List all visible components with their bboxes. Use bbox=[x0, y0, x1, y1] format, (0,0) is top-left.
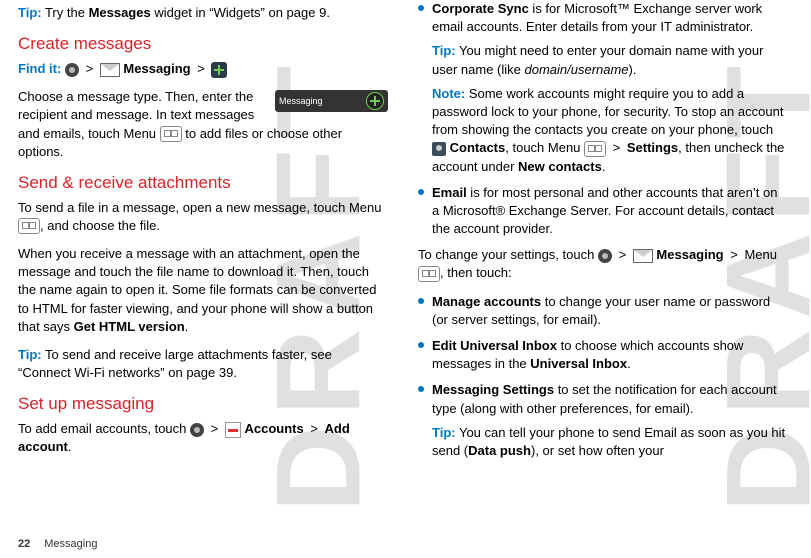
text: To add email accounts, touch bbox=[18, 421, 190, 436]
chevron: > bbox=[211, 421, 219, 436]
menu-icon bbox=[160, 126, 182, 142]
messaging-label: Messaging bbox=[123, 61, 190, 76]
home-icon bbox=[65, 63, 79, 77]
paragraph: To send a file in a message, open a new … bbox=[18, 199, 388, 235]
text: . bbox=[627, 356, 631, 371]
tip-paragraph: Tip: You might need to enter your domain… bbox=[432, 42, 788, 78]
heading-create-messages: Create messages bbox=[18, 32, 388, 56]
item-title: Manage accounts bbox=[432, 294, 541, 309]
text: ), or set how often your bbox=[531, 443, 664, 458]
paragraph: When you receive a message with an attac… bbox=[18, 245, 388, 336]
text: To change your settings, touch bbox=[418, 247, 598, 262]
text: To send a file in a message, open a new … bbox=[18, 200, 382, 215]
text: Menu bbox=[741, 247, 777, 262]
item-title: Email bbox=[432, 185, 467, 200]
italic-text: domain/username bbox=[524, 62, 628, 77]
widget-plus-icon bbox=[366, 92, 384, 110]
text: Some work accounts might require you to … bbox=[432, 86, 783, 137]
tip-label: Tip: bbox=[432, 43, 456, 58]
messaging-label: Messaging bbox=[656, 247, 723, 262]
paragraph: To change your settings, touch > Messagi… bbox=[418, 246, 788, 282]
text: . bbox=[68, 439, 72, 454]
text: To send and receive large attachments fa… bbox=[18, 347, 332, 380]
tip-paragraph: Tip: Try the Messages widget in “Widgets… bbox=[18, 4, 388, 22]
home-icon bbox=[190, 423, 204, 437]
heading-send-receive: Send & receive attachments bbox=[18, 171, 388, 195]
contacts-label: Contacts bbox=[450, 140, 506, 155]
menu-icon bbox=[418, 266, 440, 282]
item-title: Edit Universal Inbox bbox=[432, 338, 557, 353]
tip-paragraph: Tip: To send and receive large attachmen… bbox=[18, 346, 388, 382]
content-columns: Tip: Try the Messages widget in “Widgets… bbox=[0, 0, 811, 468]
list-item: Corporate Sync is for Microsoft™ Exchang… bbox=[418, 0, 788, 176]
home-icon bbox=[598, 249, 612, 263]
page-footer: 22 Messaging bbox=[18, 537, 97, 552]
menu-icon bbox=[18, 218, 40, 234]
envelope-icon bbox=[633, 249, 653, 263]
chevron: > bbox=[86, 61, 94, 76]
footer-section: Messaging bbox=[44, 538, 97, 550]
tip-label: Tip: bbox=[18, 347, 42, 362]
chevron: > bbox=[613, 140, 621, 155]
text: . bbox=[185, 319, 189, 334]
text: , and choose the file. bbox=[40, 218, 160, 233]
menu-icon bbox=[584, 141, 606, 157]
text: widget in “Widgets” on page 9. bbox=[151, 5, 330, 20]
text: ). bbox=[629, 62, 637, 77]
accounts-label: Accounts bbox=[244, 421, 303, 436]
envelope-icon bbox=[100, 63, 120, 77]
paragraph: To add email accounts, touch > Accounts … bbox=[18, 420, 388, 456]
list-item: Manage accounts to change your user name… bbox=[418, 293, 788, 329]
text: is for most personal and other accounts … bbox=[432, 185, 777, 236]
bullet-list: Corporate Sync is for Microsoft™ Exchang… bbox=[418, 0, 788, 238]
messaging-widget: Messaging bbox=[275, 90, 388, 112]
item-title: Corporate Sync bbox=[432, 1, 529, 16]
list-item: Messaging Settings to set the notificati… bbox=[418, 381, 788, 460]
new-contacts-label: New contacts bbox=[518, 159, 602, 174]
find-it-line: Find it: > Messaging > bbox=[18, 60, 388, 78]
data-push-label: Data push bbox=[468, 443, 531, 458]
right-column: Corporate Sync is for Microsoft™ Exchang… bbox=[418, 0, 788, 468]
find-it-label: Find it: bbox=[18, 61, 61, 76]
tip-label: Tip: bbox=[18, 5, 42, 20]
text: Try the bbox=[42, 5, 89, 20]
accounts-icon bbox=[225, 422, 241, 438]
item-title: Messaging Settings bbox=[432, 382, 554, 397]
contacts-icon bbox=[432, 142, 446, 156]
tip-label: Tip: bbox=[432, 425, 456, 440]
note-label: Note: bbox=[432, 86, 465, 101]
note-paragraph: Note: Some work accounts might require y… bbox=[432, 85, 788, 176]
text: , then touch: bbox=[440, 265, 512, 280]
universal-inbox-label: Universal Inbox bbox=[530, 356, 627, 371]
heading-setup-messaging: Set up messaging bbox=[18, 392, 388, 416]
list-item: Edit Universal Inbox to choose which acc… bbox=[418, 337, 788, 373]
text: , touch Menu bbox=[505, 140, 584, 155]
bold-text: Get HTML version bbox=[74, 319, 185, 334]
page-number: 22 bbox=[18, 538, 30, 550]
widget-name: Messages bbox=[89, 5, 151, 20]
chevron: > bbox=[730, 247, 738, 262]
left-column: Tip: Try the Messages widget in “Widgets… bbox=[18, 0, 388, 468]
text: . bbox=[602, 159, 606, 174]
widget-label: Messaging bbox=[279, 95, 366, 108]
settings-label: Settings bbox=[627, 140, 678, 155]
chevron: > bbox=[197, 61, 205, 76]
list-item: Email is for most personal and other acc… bbox=[418, 184, 788, 239]
chevron: > bbox=[310, 421, 318, 436]
chevron: > bbox=[619, 247, 627, 262]
tip-paragraph: Tip: You can tell your phone to send Ema… bbox=[432, 424, 788, 460]
plus-icon bbox=[211, 62, 227, 78]
text: When you receive a message with an attac… bbox=[18, 246, 376, 334]
bullet-list: Manage accounts to change your user name… bbox=[418, 293, 788, 461]
